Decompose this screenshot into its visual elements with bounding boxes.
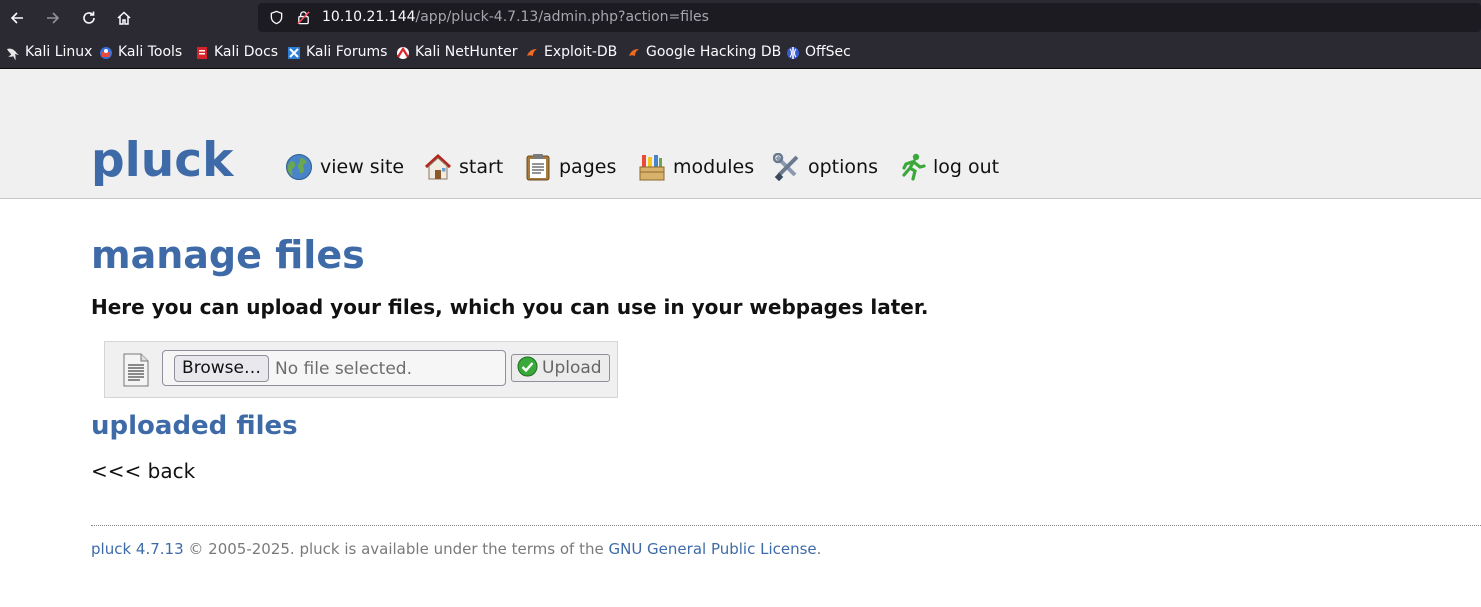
menu-start[interactable]: start <box>424 152 503 182</box>
back-arrow-icon[interactable] <box>4 5 30 31</box>
url-bar[interactable]: 10.10.21.144/app/pluck-4.7.13/admin.php?… <box>258 3 1481 32</box>
browser-toolbar: 10.10.21.144/app/pluck-4.7.13/admin.php?… <box>0 0 1481 35</box>
tools-icon <box>772 152 801 182</box>
url-host: 10.10.21.144 <box>322 9 416 25</box>
file-status: No file selected. <box>275 359 412 379</box>
forward-arrow-icon[interactable] <box>40 5 66 31</box>
bookmark-label: OffSec <box>805 44 851 60</box>
menu-view-site[interactable]: view site <box>285 152 404 182</box>
url-path: /app/pluck-4.7.13/admin.php?action=files <box>415 9 709 25</box>
menu-label: options <box>808 156 878 178</box>
running-man-icon <box>898 153 926 181</box>
page-title: manage files <box>91 233 365 277</box>
back-link[interactable]: <<< back <box>91 458 195 484</box>
footer-text: © 2005-2025. pluck is available under th… <box>183 540 609 558</box>
exploit-db-icon <box>525 45 539 59</box>
bookmark-exploit-db[interactable]: Exploit-DB <box>525 43 617 61</box>
bookmark-label: Kali Linux <box>25 44 93 60</box>
bookmark-label: Kali NetHunter <box>415 44 518 60</box>
upload-label: Upload <box>542 358 602 378</box>
menu-label: log out <box>933 156 1000 178</box>
pluck-logo: pluck <box>91 133 234 188</box>
bookmark-kali-tools[interactable]: Kali Tools <box>99 43 182 61</box>
kali-docs-icon <box>195 45 209 59</box>
globe-icon <box>285 153 313 181</box>
bookmark-kali-forums[interactable]: Kali Forums <box>287 43 387 61</box>
browse-button[interactable]: Browse… <box>174 355 269 382</box>
bookmark-kali-nethunter[interactable]: Kali NetHunter <box>396 43 517 61</box>
insecure-lock-icon[interactable] <box>296 10 311 29</box>
modules-box-icon <box>638 153 666 181</box>
footer-end: . <box>816 540 822 558</box>
bookmark-label: Exploit-DB <box>544 44 618 60</box>
menu-log-out[interactable]: log out <box>898 152 999 182</box>
uploaded-files-heading: uploaded files <box>91 411 298 441</box>
menu-pages[interactable]: pages <box>524 152 616 182</box>
menu-label: modules <box>673 156 755 178</box>
bookmark-label: Kali Tools <box>118 44 183 60</box>
nethunter-icon <box>396 45 410 59</box>
menu-label: view site <box>320 156 405 178</box>
upload-button[interactable]: Upload <box>511 354 610 382</box>
reload-icon[interactable] <box>76 5 102 31</box>
menu-modules[interactable]: modules <box>638 152 754 182</box>
menu-label: start <box>459 156 504 178</box>
bookmark-label: Kali Docs <box>214 44 279 60</box>
ghdb-icon <box>627 45 641 59</box>
checkmark-icon <box>517 356 538 381</box>
bookmark-label: Kali Forums <box>306 44 388 60</box>
footer-divider <box>91 525 1481 526</box>
home-icon[interactable] <box>111 5 137 31</box>
page-intro: Here you can upload your files, which yo… <box>91 295 929 319</box>
file-input[interactable]: Browse… No file selected. <box>162 350 506 386</box>
footer: pluck 4.7.13 © 2005-2025. pluck is avail… <box>91 539 821 559</box>
menu-options[interactable]: options <box>772 152 878 182</box>
admin-header: pluck view site start pages modules opti… <box>0 69 1481 199</box>
license-link[interactable]: GNU General Public License <box>608 540 816 558</box>
house-icon <box>424 153 452 181</box>
page-content: pluck view site start pages modules opti… <box>0 69 1481 607</box>
pluck-version-link[interactable]: pluck 4.7.13 <box>91 540 184 558</box>
bookmark-kali-linux[interactable]: Kali Linux <box>6 43 92 61</box>
menu-label: pages <box>559 156 617 178</box>
bookmark-google-hacking-db[interactable]: Google Hacking DB <box>627 43 781 61</box>
bookmark-kali-docs[interactable]: Kali Docs <box>195 43 278 61</box>
bookmarks-bar: Kali Linux Kali Tools Kali Docs Kali For… <box>0 35 1481 69</box>
kali-forums-icon <box>287 45 301 59</box>
offsec-icon <box>786 45 800 59</box>
document-icon <box>122 353 150 387</box>
kali-dragon-icon <box>6 45 20 60</box>
shield-icon[interactable] <box>269 10 284 29</box>
kali-tools-icon <box>99 45 113 59</box>
bookmark-offsec[interactable]: OffSec <box>786 43 851 61</box>
upload-form: Browse… No file selected. Upload <box>104 341 618 398</box>
clipboard-icon <box>524 153 552 181</box>
url-text[interactable]: 10.10.21.144/app/pluck-4.7.13/admin.php?… <box>322 8 709 27</box>
bookmark-label: Google Hacking DB <box>646 44 782 60</box>
